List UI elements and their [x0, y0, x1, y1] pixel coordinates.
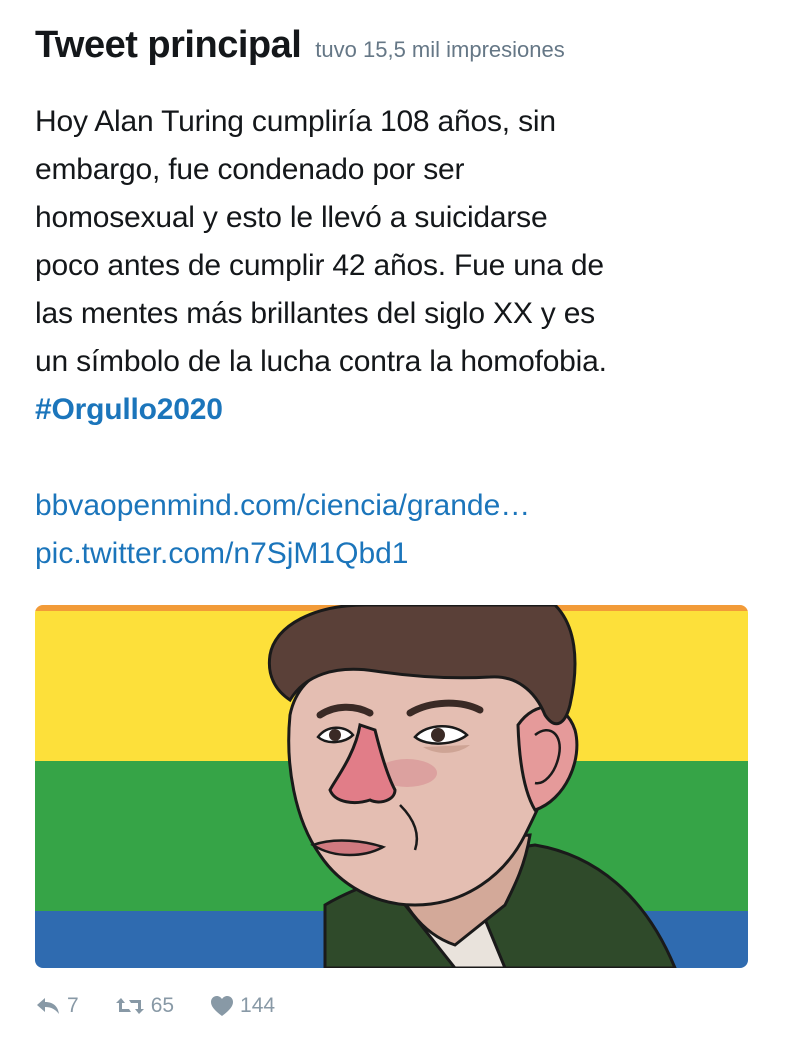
- tweet-text-line: poco antes de cumplir 42 años. Fue una d…: [35, 249, 604, 282]
- like-count: 144: [240, 994, 276, 1017]
- reply-button[interactable]: 7: [35, 994, 79, 1018]
- tweet-text: Hoy Alan Turing cumpliría 108 años, sin …: [35, 98, 765, 434]
- tweet-actions: 7 65 144: [35, 994, 311, 1018]
- tweet-header: Tweet principal tuvo 15,5 mil impresione…: [35, 24, 565, 67]
- heart-icon: [211, 996, 234, 1016]
- tweet-links: bbvaopenmind.com/ciencia/grande… pic.twi…: [35, 482, 530, 578]
- tweet-text-line: embargo, fue condenado por ser: [35, 153, 465, 186]
- header-title: Tweet principal: [35, 24, 302, 66]
- reply-count: 7: [67, 994, 79, 1017]
- alan-turing-illustration: [35, 605, 748, 968]
- retweet-count: 65: [150, 994, 175, 1017]
- retweet-icon: [115, 998, 144, 1014]
- retweet-button[interactable]: 65: [115, 994, 174, 1018]
- tweet-text-line: homosexual y esto le llevó a suicidarse: [35, 201, 548, 234]
- impressions-count: tuvo 15,5 mil impresiones: [315, 37, 565, 62]
- tweet-text-line: un símbolo de la lucha contra la homofob…: [35, 345, 607, 378]
- pic-link[interactable]: pic.twitter.com/n7SjM1Qbd1: [35, 530, 530, 578]
- tweet-text-line: Hoy Alan Turing cumpliría 108 años, sin: [35, 105, 556, 138]
- tweet-media-image[interactable]: [35, 605, 748, 968]
- hashtag-link[interactable]: #Orgullo2020: [35, 386, 765, 434]
- reply-icon: [37, 998, 59, 1014]
- like-button[interactable]: 144: [210, 994, 275, 1018]
- article-link[interactable]: bbvaopenmind.com/ciencia/grande…: [35, 482, 530, 530]
- tweet-text-line: las mentes más brillantes del siglo XX y…: [35, 297, 595, 330]
